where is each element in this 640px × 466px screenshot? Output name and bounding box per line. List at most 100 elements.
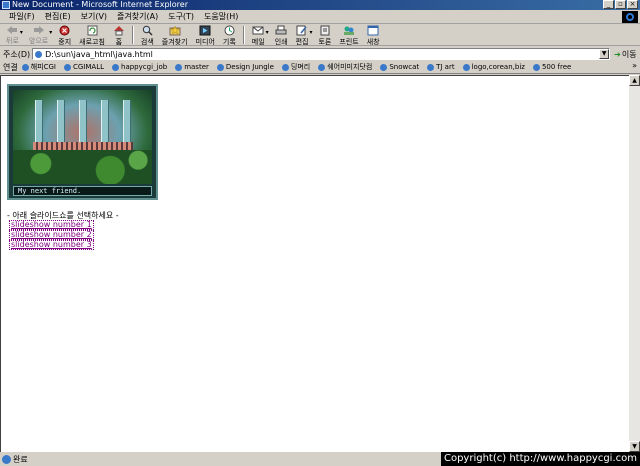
favorites-button[interactable]: 즐겨찾기 [158,24,192,46]
link-item[interactable]: Snowcat [380,63,419,71]
edit-icon [296,25,308,36]
stop-label: 중지 [58,38,72,46]
slideshow-link-2[interactable]: slideshow number 2 [9,230,94,240]
media-button[interactable]: 미디어 [192,24,219,46]
menu-tools[interactable]: 도구(T) [163,11,199,22]
maximize-button[interactable]: ▫ [615,0,626,9]
link-page-icon [21,63,29,71]
ie-page-icon [2,1,10,9]
link-page-icon [281,63,289,71]
back-dropdown-icon[interactable]: ▾ [20,24,23,36]
link-item[interactable]: logo,corean,biz [462,63,525,71]
search-icon [141,25,153,36]
forward-button[interactable]: 앞으로 [25,24,52,46]
minimize-button[interactable]: _ [603,0,614,9]
new-window-button[interactable]: 새창 [363,24,384,46]
link-label: Snowcat [389,63,420,71]
link-page-icon [462,63,470,71]
link-page-icon [427,63,435,71]
link-item[interactable]: 500 free [532,63,572,71]
go-label: 이동 [621,49,637,59]
mail-label: 메일 [251,38,265,46]
standard-toolbar: 뒤로 ▾ 앞으로 ▾ 중지 새로고침 홈 검색 즐겨찾기 미디어 기록 메일 ▾… [0,24,640,46]
links-bar: 연결 해피CGI CGIMALL happycgi_job master Des… [0,61,640,74]
link-page-icon [175,63,183,71]
media-label: 미디어 [195,38,215,46]
link-page-icon [112,63,120,71]
slideshow-link-1[interactable]: slideshow number 1 [9,220,94,230]
menu-file[interactable]: 파일(F) [4,11,40,22]
scroll-down-button[interactable]: ▼ [629,441,640,452]
media-icon [199,25,211,36]
toolbar-separator [131,26,134,44]
link-label: Design Jungle [225,63,274,71]
links-more-button[interactable]: » [632,61,637,70]
address-label: 주소(D) [3,49,31,59]
forward-label: 앞으로 [28,37,49,45]
menu-view[interactable]: 보기(V) [76,11,112,22]
window-title: New Document - Microsoft Internet Explor… [12,0,188,9]
discuss-icon [319,25,331,36]
stop-button[interactable]: 중지 [54,24,75,46]
mail-dropdown-icon[interactable]: ▾ [266,24,269,36]
page-icon [35,51,43,58]
go-button[interactable]: ➔ 이동 [614,49,636,60]
new-window-label: 새창 [366,38,380,46]
window-controls: _ ▫ × [603,0,638,9]
menu-help[interactable]: 도움말(H) [199,11,243,22]
link-label: 500 free [541,63,572,71]
link-page-icon [532,63,540,71]
link-item[interactable]: Design Jungle [216,63,274,71]
search-label: 검색 [140,38,154,46]
link-label: happycgi_job [121,63,168,71]
refresh-button[interactable]: 새로고침 [75,24,109,46]
search-button[interactable]: 검색 [137,24,158,46]
vertical-scrollbar[interactable]: ▲ ▼ [629,75,640,452]
link-label: 해피CGI [30,63,56,71]
discuss-button[interactable]: 토론 [314,24,335,46]
link-item[interactable]: master [175,63,209,71]
address-dropdown-icon[interactable]: ▼ [599,49,610,59]
forward-dropdown-icon[interactable]: ▾ [49,24,52,36]
page-viewport: My next friend. - 아래 슬라이드쇼를 선택하세요 - slid… [0,75,629,452]
home-button[interactable]: 홈 [109,24,129,46]
link-item[interactable]: 쉐어미미지닷컴 [318,62,372,72]
link-item[interactable]: 해피CGI [21,62,56,72]
history-label: 기록 [222,38,236,46]
toolbar-separator [242,26,245,44]
print2-button[interactable]: 프린트 [335,24,362,46]
menu-favorites[interactable]: 즐겨찾기(A) [112,11,163,22]
link-label: 딩며리 [290,63,311,71]
slideshow-link-3[interactable]: slideshow number 3 [9,240,94,250]
status-text: 완료 [13,454,28,464]
home-icon [113,25,125,36]
link-page-icon [216,63,224,71]
print-label: 인쇄 [274,38,288,46]
link-item[interactable]: CGIMALL [64,63,104,71]
print-button[interactable]: 인쇄 [271,24,292,46]
edit-dropdown-icon[interactable]: ▾ [309,24,312,36]
address-input[interactable]: D:\sun\java_html\java.html ▼ [32,48,611,60]
go-arrow-icon: ➔ [614,49,621,59]
slideshow-link-list: slideshow number 1 slideshow number 2 sl… [9,220,94,250]
link-page-icon [64,63,71,71]
back-arrow-icon [6,25,18,35]
new-window-icon [367,25,379,36]
link-item[interactable]: happycgi_job [112,63,167,71]
close-button[interactable]: × [627,0,638,9]
link-item[interactable]: TJ art [427,63,455,71]
menu-edit[interactable]: 편집(E) [40,11,76,22]
link-page-icon [318,63,326,71]
stop-icon [59,25,71,36]
history-button[interactable]: 기록 [219,24,240,46]
banner-image: My next friend. [7,84,158,200]
scroll-up-button[interactable]: ▲ [629,75,640,86]
history-icon [223,25,235,36]
menu-bar: 파일(F) 편집(E) 보기(V) 즐겨찾기(A) 도구(T) 도움말(H) [0,10,640,24]
link-item[interactable]: 딩며리 [281,62,311,72]
link-label: master [184,63,209,71]
favorites-icon [169,25,181,36]
link-label: 쉐어미미지닷컴 [327,63,373,71]
link-label: CGIMALL [73,63,105,71]
printer-icon [275,25,287,36]
